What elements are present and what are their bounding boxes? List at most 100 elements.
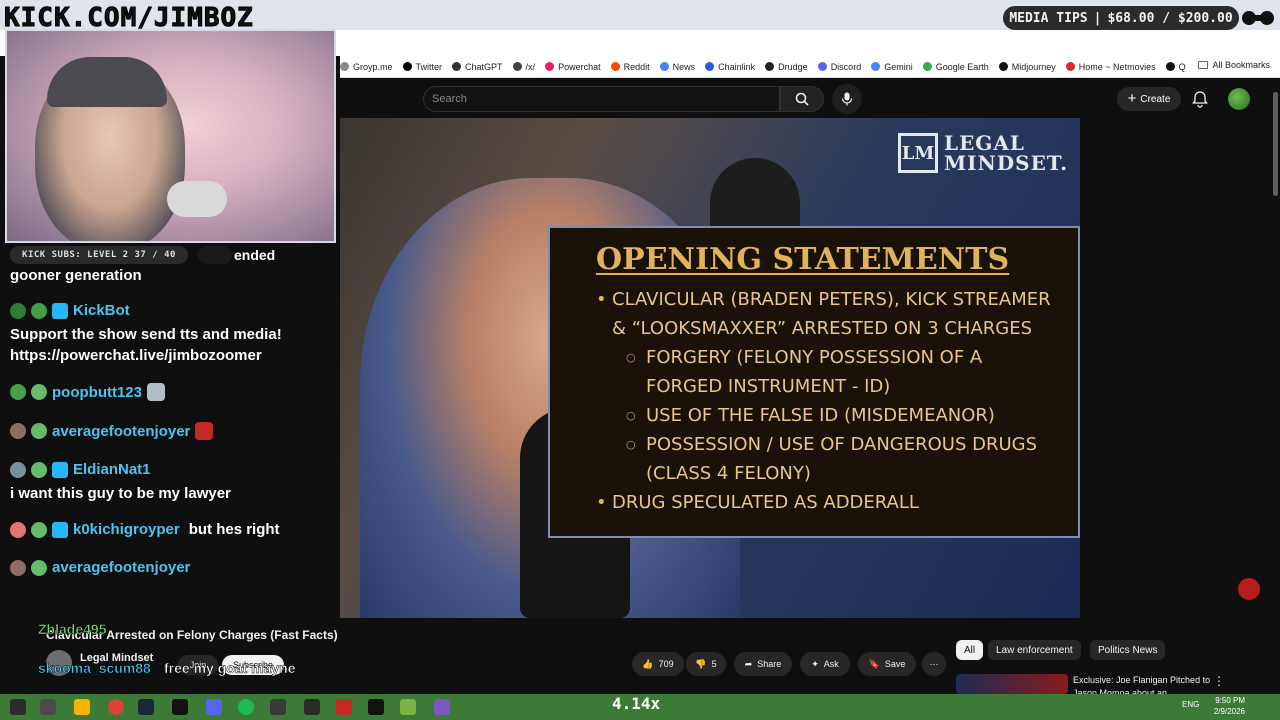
search-button[interactable]	[780, 86, 824, 112]
subs-goal-suffix: ended	[234, 247, 276, 263]
start-menu-icon[interactable]	[10, 699, 26, 715]
clock-time: 9:50 PM	[1215, 696, 1245, 705]
emote-icon	[147, 383, 165, 401]
record-badge-icon	[1238, 578, 1260, 600]
gemini-icon	[871, 62, 881, 71]
media-tips-separator: |	[1093, 10, 1102, 26]
sub-badge-icon	[31, 423, 47, 439]
terminal-icon[interactable]	[172, 699, 188, 715]
chip-politics-news[interactable]: Politics News	[1090, 640, 1166, 660]
x-app-icon[interactable]	[368, 699, 384, 715]
bookmark-item[interactable]: Google Earth	[922, 62, 989, 72]
chip-all[interactable]: All	[956, 640, 984, 660]
verified-badge-icon	[31, 302, 47, 319]
search-icon	[795, 92, 809, 106]
all-bookmarks[interactable]: All Bookmarks	[1198, 60, 1270, 70]
like-button[interactable]: 👍 709	[632, 652, 684, 676]
bookmark-item[interactable]: Groyp.me	[340, 62, 393, 72]
account-avatar[interactable]	[1228, 88, 1250, 110]
clock-date: 2/9/2026	[1213, 707, 1245, 716]
user-avatar-icon	[10, 521, 26, 538]
bookmark-item[interactable]: Home ~ Netmovies	[1065, 62, 1156, 72]
chat-username[interactable]: k0kichigroyper	[73, 521, 180, 538]
bookmark-item[interactable]: Reddit	[610, 62, 650, 72]
bookmark-label: Gemini	[884, 61, 913, 72]
sparkle-icon: ✦	[811, 658, 819, 669]
bookmark-label: Midjourney	[1011, 61, 1056, 72]
app-purple-icon[interactable]	[434, 699, 450, 715]
app-icon[interactable]	[270, 699, 286, 715]
chat-username[interactable]: averagefootenjoyer	[52, 559, 190, 576]
chat-username[interactable]: KickBot	[73, 302, 130, 319]
bookmark-item[interactable]: Powerchat	[545, 62, 601, 72]
save-button[interactable]: 🔖 Save	[858, 652, 916, 676]
language-indicator[interactable]: ENG	[1182, 700, 1199, 709]
bookmark-item[interactable]: Chainlink	[705, 62, 755, 72]
file-explorer-icon[interactable]	[74, 699, 90, 715]
search-input[interactable]: Search	[423, 86, 780, 112]
create-button[interactable]: + Create	[1117, 87, 1181, 111]
obs-icon[interactable]	[304, 699, 320, 715]
video-player[interactable]: LM LEGAL MINDSET. OPENING STATEMENTS CLA…	[340, 118, 1080, 618]
subs-goal-extra: ended	[198, 246, 275, 264]
chat-overlay-text: free my goat mayne	[164, 660, 296, 677]
powerchat-icon	[545, 62, 555, 71]
spotify-icon[interactable]	[238, 699, 254, 715]
bookmark-item[interactable]: News	[659, 62, 695, 72]
bookmark-label: Q	[1178, 61, 1186, 72]
bookmark-item[interactable]: Discord	[817, 62, 861, 72]
sub-badge-icon	[31, 461, 47, 478]
discord-icon[interactable]	[206, 699, 222, 715]
voice-search-button[interactable]	[832, 84, 862, 114]
chat-username[interactable]: poopbutt123	[52, 384, 142, 401]
chat-username[interactable]: averagefootenjoyer	[52, 423, 190, 440]
app-red-icon[interactable]	[336, 699, 352, 715]
dislike-button[interactable]: 👎 5	[686, 652, 726, 676]
q-icon	[1165, 62, 1175, 71]
emote-icon	[195, 422, 214, 440]
system-clock[interactable]: 9:50 PM 2/9/2026	[1205, 695, 1245, 717]
chrome-icon[interactable]	[108, 699, 124, 715]
sub3-line1: POSSESSION / USE OF DANGEROUS DRUGS	[646, 434, 1038, 455]
bookmark-item[interactable]: Q	[1165, 61, 1186, 72]
ask-button[interactable]: ✦ Ask	[800, 652, 850, 676]
recommended-thumbnail[interactable]	[956, 674, 1068, 694]
minecraft-icon[interactable]	[400, 699, 416, 715]
midjourney-icon	[998, 62, 1008, 71]
news-icon	[659, 62, 669, 71]
media-tips-label: MEDIA TIPS	[1009, 10, 1088, 26]
scrollbar-thumb[interactable]	[1273, 92, 1278, 196]
bookmark-item[interactable]: Twitter	[402, 61, 443, 72]
chatgpt-icon	[452, 62, 462, 71]
bookmark-item[interactable]: /x/	[512, 62, 535, 72]
more-actions-button[interactable]: ⋯	[922, 652, 946, 676]
bookmark-item[interactable]: Drudge	[765, 62, 808, 72]
share-button[interactable]: ➦ Share	[734, 652, 792, 676]
bookmark-item[interactable]: Midjourney	[998, 61, 1056, 72]
chat-username[interactable]: EldianNat1	[73, 461, 151, 478]
badge-icon	[10, 302, 26, 319]
chat-overlay-username: Zblade495	[38, 621, 107, 638]
bookmark-item[interactable]: Gemini	[871, 62, 913, 72]
bookmark-label: Twitter	[415, 61, 443, 72]
recommended-menu-icon[interactable]: ⋮	[1213, 674, 1225, 688]
like-count: 709	[658, 659, 674, 669]
kick-badge-icon	[10, 384, 26, 400]
chat-overlay-username: skooma_scum88	[38, 660, 151, 677]
bookmark-label: Drudge	[778, 61, 808, 72]
chip-law-enforcement[interactable]: Law enforcement	[988, 640, 1081, 660]
slide-sub-2: USE OF THE FALSE ID (MISDEMEANOR)	[596, 401, 1054, 430]
bookmark-item[interactable]: ChatGPT	[452, 62, 503, 72]
steam-icon[interactable]	[138, 699, 154, 715]
chat-link[interactable]: https://powerchat.live/jimbozoomer	[10, 347, 262, 364]
sword-badge-icon	[52, 521, 68, 538]
notifications-bell-icon[interactable]	[1191, 90, 1209, 108]
microphone-icon	[841, 92, 853, 106]
user-avatar-icon	[10, 461, 26, 478]
screen: ☆ ⋮ Groyp.meTwitterChatGPT/x/PowerchatRe…	[0, 0, 1280, 720]
task-view-icon[interactable]	[40, 699, 56, 715]
playback-speed: 4.14x	[612, 694, 661, 713]
media-tips-amount: $68.00 / $200.00	[1107, 10, 1233, 26]
google-earth-icon	[922, 62, 932, 71]
legal-mindset-wordmark: LEGAL MINDSET.	[944, 133, 1068, 173]
